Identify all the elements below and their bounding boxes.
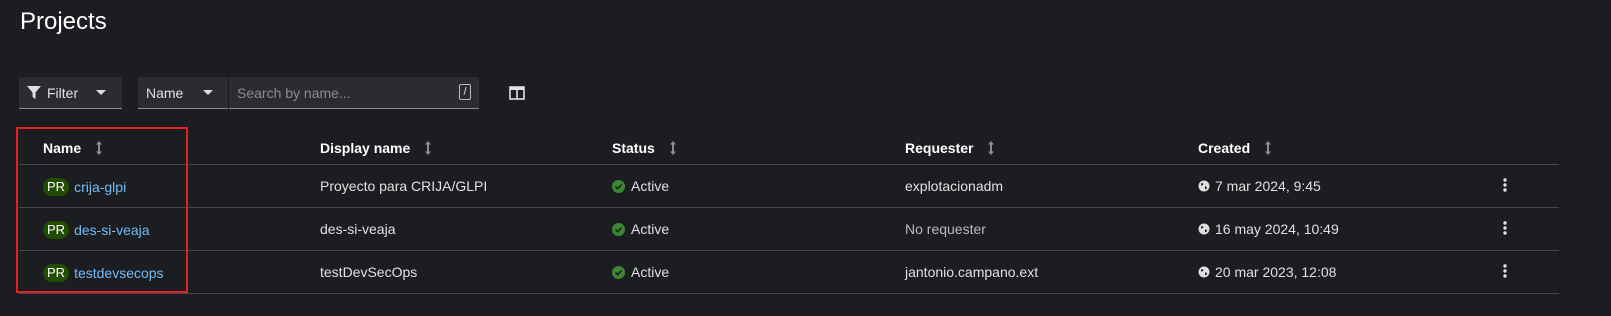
- chevron-down-icon: [203, 90, 214, 95]
- project-badge: PR: [43, 178, 70, 196]
- search-box: /: [229, 77, 479, 109]
- status-label: Active: [631, 178, 670, 194]
- created-cell: 20 mar 2023, 12:08: [1198, 264, 1336, 280]
- chevron-down-icon: [96, 90, 107, 95]
- table-row: PR des-si-veaja des-si-veaja Active No r…: [19, 208, 1559, 251]
- search-attribute-select[interactable]: Name: [138, 77, 228, 109]
- page-title: Projects: [20, 8, 107, 35]
- created-timestamp: 7 mar 2024, 9:45: [1215, 178, 1321, 194]
- table-row: PR crija-glpi Proyecto para CRIJA/GLPI A…: [19, 165, 1559, 208]
- project-link[interactable]: des-si-veaja: [74, 222, 149, 238]
- column-header-display-name-label: Display name: [320, 140, 411, 156]
- column-header-created-label: Created: [1198, 140, 1251, 156]
- sort-icon[interactable]: [669, 140, 677, 156]
- display-name-cell: Proyecto para CRIJA/GLPI: [320, 178, 488, 194]
- status-cell: Active: [612, 221, 669, 237]
- status-label: Active: [631, 221, 670, 237]
- kebab-menu-icon[interactable]: [1501, 263, 1509, 279]
- column-header-display-name[interactable]: Display name: [320, 140, 432, 156]
- check-circle-icon: [612, 222, 625, 236]
- status-cell: Active: [612, 264, 669, 280]
- requester-cell: explotacionadm: [905, 178, 1004, 194]
- requester-cell: jantonio.campano.ext: [905, 264, 1039, 280]
- created-timestamp: 16 may 2024, 10:49: [1215, 221, 1339, 237]
- table-row: PR testdevsecops testDevSecOps Active ja…: [19, 251, 1559, 294]
- column-header-requester-label: Requester: [905, 140, 974, 156]
- project-name-cell: PR crija-glpi: [43, 178, 126, 196]
- status-cell: Active: [612, 178, 669, 194]
- globe-icon: [1198, 266, 1210, 278]
- created-cell: 16 may 2024, 10:49: [1198, 221, 1339, 237]
- column-header-name[interactable]: Name: [43, 140, 103, 156]
- project-name-cell: PR testdevsecops: [43, 264, 164, 282]
- column-header-created[interactable]: Created: [1198, 140, 1272, 156]
- search-attribute-label: Name: [146, 84, 184, 101]
- created-cell: 7 mar 2024, 9:45: [1198, 178, 1321, 194]
- column-header-requester[interactable]: Requester: [905, 140, 995, 156]
- columns-icon[interactable]: [509, 86, 525, 100]
- created-timestamp: 20 mar 2023, 12:08: [1215, 264, 1337, 280]
- requester-cell: No requester: [905, 221, 986, 237]
- column-header-status[interactable]: Status: [612, 140, 677, 156]
- column-header-name-label: Name: [43, 140, 82, 156]
- sort-icon[interactable]: [987, 140, 995, 156]
- kebab-menu-icon[interactable]: [1501, 220, 1509, 236]
- column-header-status-label: Status: [612, 140, 655, 156]
- filter-button-label: Filter: [47, 84, 79, 101]
- check-circle-icon: [612, 265, 625, 279]
- globe-icon: [1198, 223, 1210, 235]
- project-name-cell: PR des-si-veaja: [43, 221, 150, 239]
- kebab-menu-icon[interactable]: [1501, 177, 1509, 193]
- display-name-cell: testDevSecOps: [320, 264, 418, 280]
- sort-icon[interactable]: [424, 140, 432, 156]
- project-badge: PR: [43, 264, 70, 282]
- project-badge: PR: [43, 221, 70, 239]
- keyboard-shortcut-hint: /: [459, 84, 471, 100]
- table-header-row: Name Display name Status Requester Creat…: [19, 129, 1559, 165]
- sort-icon[interactable]: [1264, 140, 1272, 156]
- project-link[interactable]: crija-glpi: [74, 179, 126, 195]
- check-circle-icon: [612, 179, 625, 193]
- globe-icon: [1198, 180, 1210, 192]
- filter-button[interactable]: Filter: [19, 77, 122, 109]
- display-name-cell: des-si-veaja: [320, 221, 396, 237]
- search-input[interactable]: [229, 77, 449, 108]
- projects-table: Name Display name Status Requester Creat…: [19, 129, 1559, 294]
- filter-icon: [27, 85, 41, 100]
- project-link[interactable]: testdevsecops: [74, 265, 164, 281]
- status-label: Active: [631, 264, 670, 280]
- sort-icon[interactable]: [95, 140, 103, 156]
